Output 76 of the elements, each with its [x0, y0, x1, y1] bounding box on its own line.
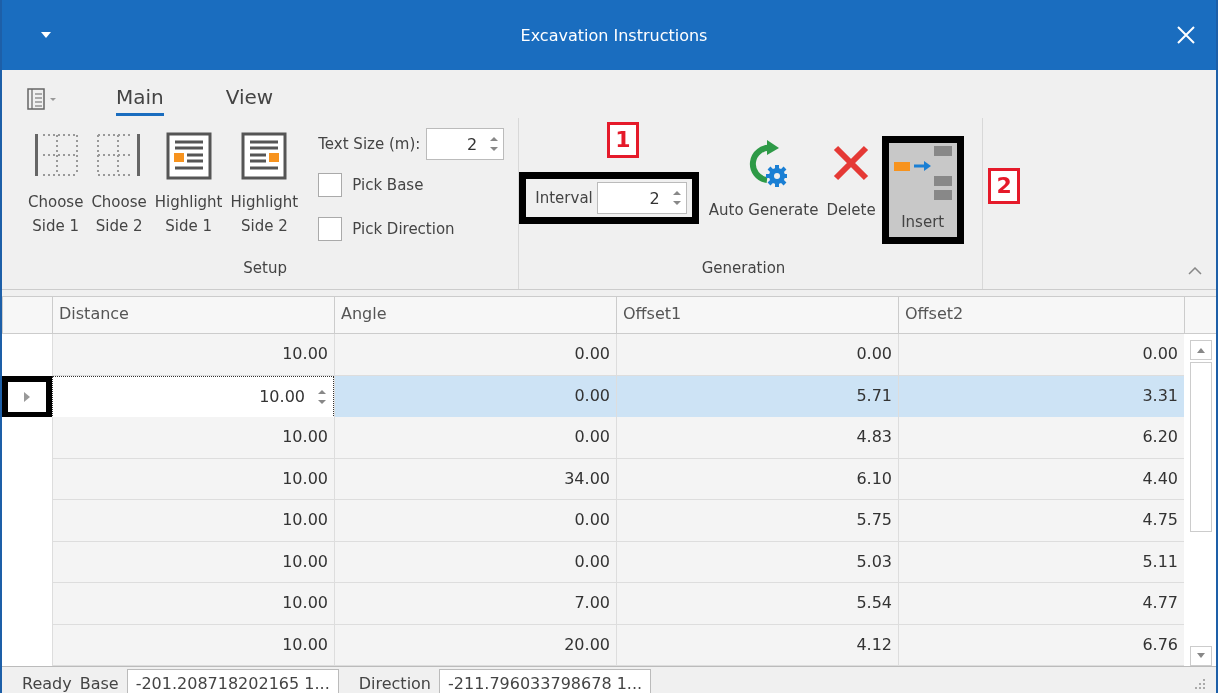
close-icon	[1176, 25, 1196, 45]
table-cell: 0.00	[334, 375, 616, 418]
table-cell: 0.00	[616, 334, 898, 376]
table-cell: 6.20	[898, 417, 1184, 459]
text-field[interactable]: -201.208718202165 1...	[126, 668, 339, 693]
spin-arrows-icon	[489, 134, 500, 154]
ribbon-button[interactable]: Highlight Side 1	[152, 128, 225, 242]
spin-arrows-icon	[671, 188, 682, 208]
table-cell: 6.10	[616, 458, 898, 500]
table-cell: 7.00	[334, 583, 616, 625]
table-cell: 4.77	[898, 583, 1184, 625]
table-cell: 3.31	[898, 375, 1184, 418]
table-cell: 10.00	[52, 458, 334, 500]
scroll-down-icon	[1196, 653, 1206, 659]
group-label: Setup	[242, 259, 288, 279]
annotation-number: 1	[607, 122, 639, 158]
table-cell: 6.76	[898, 624, 1184, 666]
table-cell: 20.00	[334, 624, 616, 666]
dropdown-icon	[40, 31, 52, 39]
table-cell: 5.75	[616, 500, 898, 542]
ribbon-button[interactable]: Choose Side 2	[89, 128, 149, 242]
table-cell: 0.00	[898, 334, 1184, 376]
checkbox[interactable]	[318, 217, 343, 241]
table-cell: 10.00	[52, 624, 334, 666]
table-cell: 0.00	[334, 541, 616, 583]
table-cell: 0.00	[334, 500, 616, 542]
table-cell: 10.00	[52, 583, 334, 625]
ribbon-button[interactable]: Highlight Side 2	[228, 128, 301, 242]
ribbon-button[interactable]: Choose Side 1	[26, 128, 86, 242]
number-field[interactable]: 10.00	[52, 375, 334, 418]
table-cell: 4.12	[616, 624, 898, 666]
group-label: Generation	[700, 259, 787, 279]
annotation-number: 2	[988, 168, 1020, 204]
field-label: Base	[79, 674, 119, 693]
document-lines-icon	[165, 132, 212, 180]
column-header[interactable]: Offset1	[616, 297, 898, 333]
table-cell: 10.00	[52, 541, 334, 583]
resize-grip-icon	[1194, 677, 1206, 690]
checkbox[interactable]	[318, 173, 343, 197]
table-cell: 0.00	[334, 334, 616, 376]
table-cell: 4.83	[616, 417, 898, 459]
column-header[interactable]: Angle	[334, 297, 616, 333]
number-field[interactable]: 2	[426, 128, 505, 160]
table-cell: 34.00	[334, 458, 616, 500]
insert-row-icon	[893, 146, 952, 200]
ribbon-tab[interactable]: Main	[116, 82, 164, 116]
table-cell: 10.00	[52, 334, 334, 376]
checkbox-label: Pick Base	[352, 176, 424, 194]
ribbon-button[interactable]: Delete	[824, 136, 878, 226]
table-cell: 10.00	[52, 500, 334, 542]
document-lines-icon	[241, 132, 288, 180]
number-field[interactable]: 2	[596, 182, 687, 214]
table-cell: 4.75	[898, 500, 1184, 542]
table-cell: 5.54	[616, 583, 898, 625]
table-cell: 5.03	[616, 541, 898, 583]
table-cell: 5.11	[898, 541, 1184, 583]
row-indicator[interactable]	[2, 375, 52, 418]
field-label: Text Size (m):	[318, 135, 421, 153]
ribbon-button[interactable]: Insert	[881, 136, 964, 244]
text-field[interactable]: -211.796033798678 1...	[439, 668, 652, 693]
field-label: Direction	[358, 674, 431, 693]
scroll-up-icon	[1196, 347, 1206, 353]
window-title: Excavation Instructions	[519, 25, 709, 45]
checkbox-label: Pick Direction	[352, 220, 455, 238]
ribbon-tab[interactable]: View	[225, 82, 274, 116]
ribbon-button[interactable]: Auto Generate	[706, 136, 821, 226]
column-header[interactable]: Offset2	[898, 297, 1184, 333]
column-header[interactable]: Distance	[52, 297, 334, 333]
row-pointer-icon	[23, 390, 31, 403]
status-text: Ready	[22, 674, 72, 693]
table-cell: 5.71	[616, 375, 898, 418]
field-label: Interval	[535, 189, 593, 207]
collapse-icon	[1188, 267, 1202, 275]
table-cell: 0.00	[334, 417, 616, 459]
table-cell: 10.00	[52, 417, 334, 459]
table-cell: 4.40	[898, 458, 1184, 500]
